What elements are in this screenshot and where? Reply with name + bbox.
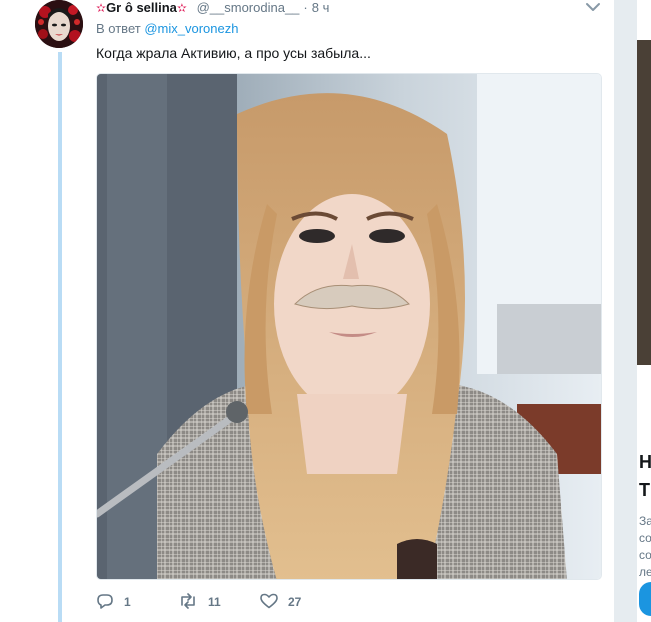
tweet-photo[interactable]	[96, 73, 602, 580]
reply-context: В ответ @mix_voronezh	[96, 21, 238, 37]
tweet-card[interactable]: ✫Gr ô sellina✫ @__smorodina__ · 8 ч В отве…	[0, 0, 614, 622]
reply-count: 1	[124, 595, 131, 609]
avatar-image	[35, 0, 83, 48]
sidebar-card-line-1: За	[639, 514, 651, 528]
sidebar-card-line-3: со	[639, 548, 651, 562]
sidebar-card-heading-1[interactable]: Н	[639, 452, 651, 473]
photo-image	[97, 74, 601, 579]
sidebar-card-button[interactable]	[639, 582, 651, 616]
retweet-icon	[178, 592, 208, 612]
retweet-button[interactable]: 11	[178, 592, 260, 612]
retweet-count: 11	[208, 595, 221, 609]
timestamp[interactable]: 8 ч	[312, 0, 330, 15]
star-icon: ✫	[96, 1, 107, 15]
display-name-main[interactable]: sellina	[136, 0, 176, 15]
tweet-actions: 1 11 27	[96, 592, 342, 612]
reply-icon	[96, 593, 124, 612]
handle[interactable]: @__smorodina__	[197, 0, 300, 15]
star-icon-right: ✫	[176, 1, 187, 15]
reply-prefix: В ответ	[96, 21, 141, 36]
display-name[interactable]: Gr ô sellina	[106, 0, 177, 15]
sidebar-card[interactable]: Н Т За со со ле	[637, 0, 651, 622]
sidebar-card-line-4: ле	[639, 565, 651, 579]
chevron-down-icon[interactable]	[584, 0, 602, 12]
sidebar-card-heading-2[interactable]: Т	[639, 480, 650, 501]
like-count: 27	[288, 595, 302, 609]
tweet-header: ✫Gr ô sellina✫ @__smorodina__ · 8 ч	[96, 0, 329, 16]
reply-button[interactable]: 1	[96, 592, 178, 612]
like-button[interactable]: 27	[260, 592, 342, 612]
thread-line	[58, 52, 62, 622]
avatar[interactable]	[35, 0, 83, 48]
heart-icon	[260, 593, 288, 612]
separator: ·	[303, 0, 308, 15]
sidebar-card-photo[interactable]	[637, 40, 651, 365]
sidebar-card-line-2: со	[639, 531, 651, 545]
reply-to-link[interactable]: @mix_voronezh	[144, 21, 238, 36]
display-name-ring[interactable]: ô	[125, 0, 133, 15]
tweet-text: Когда жрала Активию, а про усы забыла...	[96, 45, 371, 61]
display-name-prefix[interactable]: Gr	[106, 0, 121, 15]
